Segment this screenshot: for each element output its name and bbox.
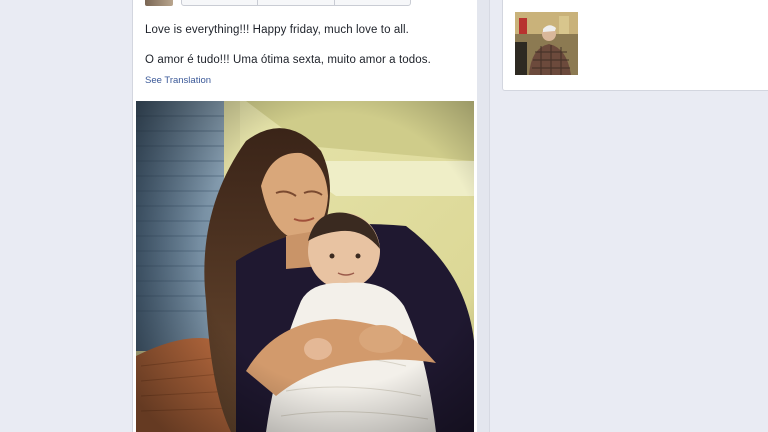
post-photo[interactable] (136, 101, 474, 432)
post-action-bar[interactable] (181, 0, 411, 6)
photo-thumbnail-icon[interactable] (515, 12, 578, 75)
see-translation-link[interactable]: See Translation (145, 75, 211, 86)
action-bar-segment[interactable] (258, 0, 335, 5)
feed-divider (477, 0, 490, 432)
profile-avatar[interactable] (145, 0, 173, 6)
post-text-english: Love is everything!!! Happy friday, much… (145, 24, 409, 36)
action-bar-segment[interactable] (182, 0, 259, 5)
post-text-portuguese: O amor é tudo!!! Uma ótima sexta, muito … (145, 54, 431, 66)
action-bar-segment[interactable] (335, 0, 410, 5)
